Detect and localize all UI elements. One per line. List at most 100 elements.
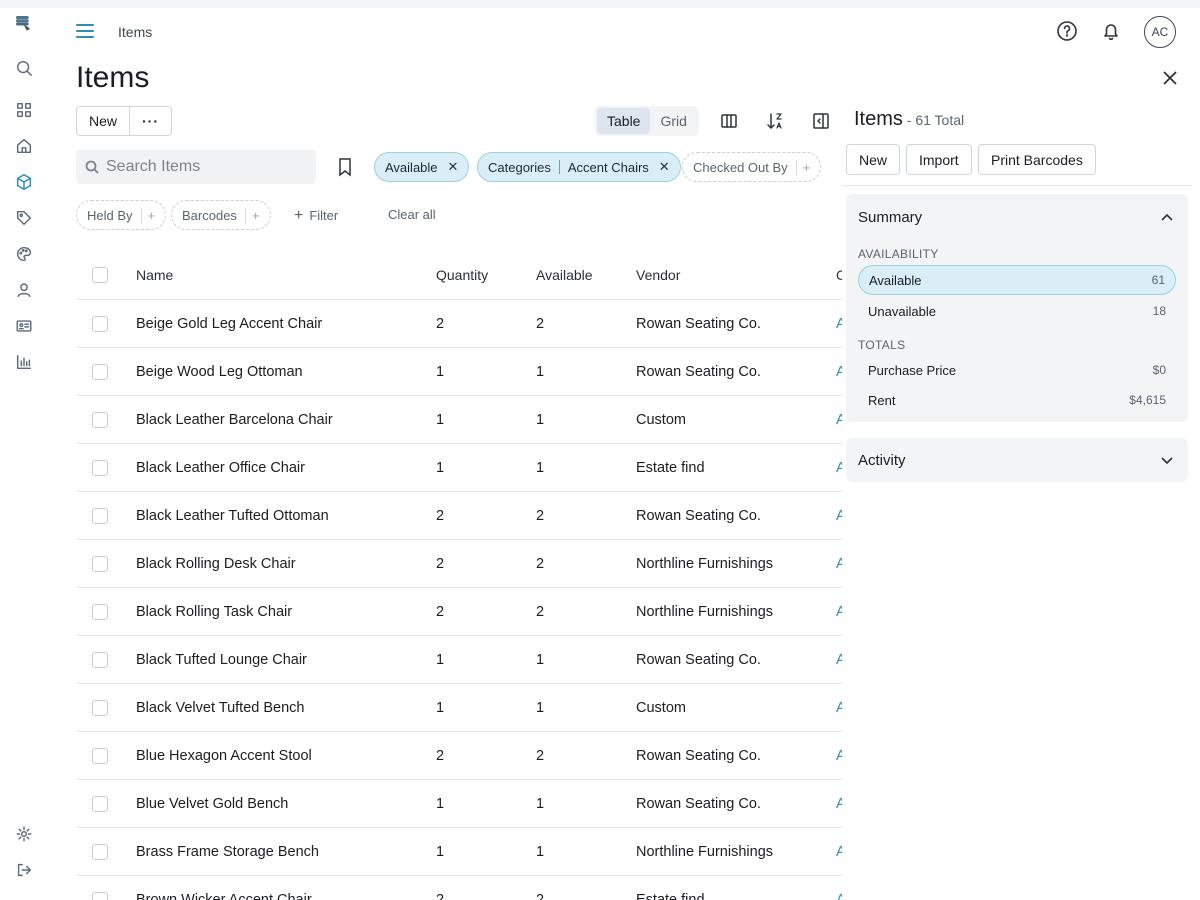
table-row[interactable]: Brown Wicker Accent Chair 2 2 Estate find A <box>76 876 842 900</box>
remove-filter-icon[interactable]: ✕ <box>448 159 459 175</box>
item-name[interactable]: Beige Gold Leg Accent Chair <box>136 316 322 332</box>
more-actions-button[interactable]: ··· <box>129 107 172 135</box>
activity-title[interactable]: Activity <box>858 452 906 469</box>
filter-chip-available[interactable]: Available ✕ <box>374 152 470 182</box>
search-input[interactable] <box>106 158 306 176</box>
item-name[interactable]: Brown Wicker Accent Chair <box>136 892 312 900</box>
bookmark-icon[interactable] <box>336 157 354 180</box>
table-row[interactable]: Beige Wood Leg Ottoman 1 1 Rowan Seating Co… <box>76 348 842 396</box>
user-icon[interactable] <box>14 280 34 300</box>
table-row[interactable]: Black Tufted Lounge Chair 1 1 Rowan Seating… <box>76 636 842 684</box>
filter-chip-held-by[interactable]: Held By + <box>76 200 167 230</box>
help-icon[interactable] <box>1056 20 1078 45</box>
row-checkbox[interactable] <box>92 411 108 428</box>
filter-chip-categories[interactable]: Categories Accent Chairs ✕ <box>477 152 681 182</box>
menu-hamburger-icon[interactable] <box>76 24 94 40</box>
columns-icon[interactable] <box>719 111 739 131</box>
column-header-quantity[interactable]: Quantity <box>436 267 488 283</box>
bar-chart-icon[interactable] <box>14 352 34 372</box>
item-name[interactable]: Black Rolling Task Chair <box>136 604 292 620</box>
chevron-up-icon[interactable] <box>1160 210 1174 227</box>
logout-icon[interactable] <box>14 860 34 880</box>
tag-icon[interactable] <box>14 208 34 228</box>
item-name[interactable]: Black Rolling Desk Chair <box>136 556 296 572</box>
filter-chip-checked-out-by[interactable]: Checked Out By + <box>682 152 822 182</box>
table-row[interactable]: Brass Frame Storage Bench 1 1 Northline Fur… <box>76 828 842 876</box>
row-checkbox[interactable] <box>92 603 108 620</box>
breadcrumb[interactable]: Items <box>118 24 152 40</box>
row-checkbox[interactable] <box>92 555 108 572</box>
row-checkbox[interactable] <box>92 315 108 332</box>
column-header-vendor[interactable]: Vendor <box>636 267 680 283</box>
close-panel-icon[interactable] <box>1162 70 1178 89</box>
item-name[interactable]: Black Tufted Lounge Chair <box>136 652 307 668</box>
item-name[interactable]: Beige Wood Leg Ottoman <box>136 364 303 380</box>
new-button-group: New ··· <box>76 106 173 136</box>
row-checkbox[interactable] <box>92 651 108 668</box>
item-quantity: 2 <box>436 747 445 764</box>
item-quantity: 1 <box>436 699 445 716</box>
app-logo-icon[interactable] <box>14 14 38 42</box>
home-icon[interactable] <box>14 136 34 156</box>
palette-icon[interactable] <box>14 244 34 264</box>
row-checkbox[interactable] <box>92 891 108 900</box>
search-icon[interactable] <box>14 58 34 78</box>
row-checkbox[interactable] <box>92 843 108 860</box>
column-header-name[interactable]: Name <box>136 267 173 283</box>
table-row[interactable]: Black Velvet Tufted Bench 1 1 Custom A <box>76 684 842 732</box>
item-name[interactable]: Blue Velvet Gold Bench <box>136 796 288 812</box>
item-name[interactable]: Blue Hexagon Accent Stool <box>136 748 312 764</box>
page-title: Items <box>76 61 150 94</box>
panel-import-button[interactable]: Import <box>906 144 972 175</box>
new-item-button[interactable]: New <box>77 107 130 135</box>
print-barcodes-button[interactable]: Print Barcodes <box>978 144 1096 175</box>
item-name[interactable]: Black Leather Barcelona Chair <box>136 412 333 428</box>
row-checkbox[interactable] <box>92 699 108 716</box>
view-table-tab[interactable]: Table <box>597 108 651 134</box>
toggle-panel-icon[interactable] <box>811 111 831 131</box>
column-header-available[interactable]: Available <box>536 267 593 283</box>
select-all-checkbox[interactable] <box>92 266 108 283</box>
item-vendor: Custom <box>636 411 686 428</box>
chevron-down-icon[interactable] <box>1160 453 1174 470</box>
item-name[interactable]: Brass Frame Storage Bench <box>136 844 319 860</box>
clear-all-button[interactable]: Clear all <box>388 207 436 222</box>
row-checkbox[interactable] <box>92 507 108 524</box>
table-row[interactable]: Blue Hexagon Accent Stool 2 2 Rowan Seating… <box>76 732 842 780</box>
table-row[interactable]: Black Rolling Desk Chair 2 2 Northline Furn… <box>76 540 842 588</box>
box-icon[interactable] <box>14 172 34 192</box>
table-row[interactable]: Beige Gold Leg Accent Chair 2 2 Rowan Seati… <box>76 300 842 348</box>
row-checkbox[interactable] <box>92 795 108 812</box>
search-icon <box>85 160 99 174</box>
view-grid-tab[interactable]: Grid <box>650 108 696 134</box>
table-row[interactable]: Black Leather Tufted Ottoman 2 2 Rowan Seat… <box>76 492 842 540</box>
item-name[interactable]: Black Leather Tufted Ottoman <box>136 508 329 524</box>
dashboard-icon[interactable] <box>14 100 34 120</box>
item-name[interactable]: Black Velvet Tufted Bench <box>136 700 304 716</box>
row-checkbox[interactable] <box>92 363 108 380</box>
panel-new-button[interactable]: New <box>846 144 901 175</box>
add-filter-button[interactable]: + Filter <box>294 207 338 225</box>
summary-available-row[interactable]: Available 61 <box>858 265 1176 295</box>
item-name[interactable]: Black Leather Office Chair <box>136 460 305 476</box>
settings-gear-icon[interactable] <box>14 824 34 844</box>
item-quantity: 1 <box>436 843 445 860</box>
available-label: Available <box>869 272 922 288</box>
filter-chip-barcodes[interactable]: Barcodes + <box>171 200 271 230</box>
activity-card[interactable]: Activity <box>846 438 1188 482</box>
summary-title[interactable]: Summary <box>858 209 922 226</box>
sort-icon[interactable] <box>765 111 785 131</box>
table-row[interactable]: Blue Velvet Gold Bench 1 1 Rowan Seating Co… <box>76 780 842 828</box>
row-checkbox[interactable] <box>92 459 108 476</box>
row-checkbox[interactable] <box>92 747 108 764</box>
user-avatar[interactable]: AC <box>1144 16 1176 48</box>
remove-filter-icon[interactable]: ✕ <box>659 159 670 175</box>
id-card-icon[interactable] <box>14 316 34 336</box>
table-row[interactable]: Black Leather Barcelona Chair 1 1 Custom A <box>76 396 842 444</box>
item-vendor: Estate find <box>636 459 705 476</box>
item-available: 2 <box>536 507 545 524</box>
summary-unavailable-row[interactable]: Unavailable 18 <box>858 296 1176 326</box>
notifications-bell-icon[interactable] <box>1100 20 1122 45</box>
table-row[interactable]: Black Leather Office Chair 1 1 Estate find A <box>76 444 842 492</box>
table-row[interactable]: Black Rolling Task Chair 2 2 Northline Furn… <box>76 588 842 636</box>
